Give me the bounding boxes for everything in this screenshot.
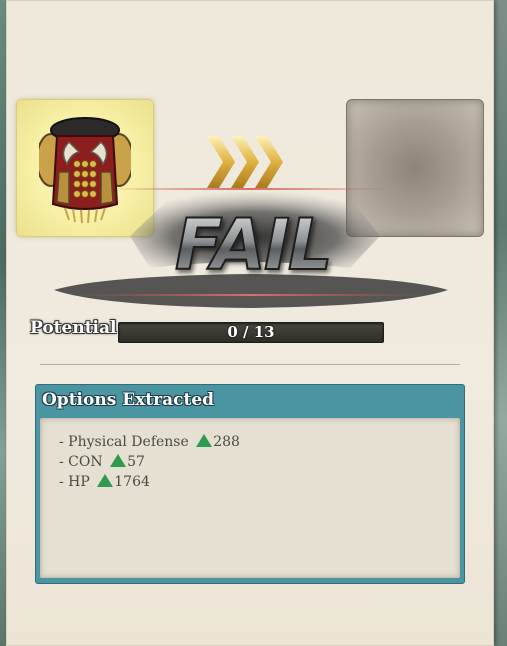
fail-result-text: FAIL [174,204,334,286]
potential-progress-text: 0 / 13 [227,323,275,341]
options-list: - Physical Defense 288 - CON 57 - HP 176… [59,432,240,492]
option-name: - Physical Defense [59,434,189,450]
option-value: 57 [127,454,145,470]
option-value: 288 [213,434,240,450]
options-list-container: - Physical Defense 288 - CON 57 - HP 176… [40,418,460,578]
option-name: - HP [59,474,90,490]
potential-progress-bar: 0 / 13 [118,322,384,343]
options-extracted-title: Options Extracted [42,390,215,410]
option-name: - CON [59,454,103,470]
potential-label: Potential [30,318,117,338]
options-extracted-panel: Options Extracted - Physical Defense 288… [35,384,465,584]
option-row-con: - CON 57 [59,452,240,472]
green-up-arrow-icon [110,454,127,467]
option-row-hp: - HP 1764 [59,472,240,492]
option-value: 1764 [114,474,150,490]
section-divider [40,364,460,365]
green-up-arrow-icon [97,474,114,487]
option-row-physical-defense: - Physical Defense 288 [59,432,240,452]
green-up-arrow-icon [196,434,213,447]
background-right-scenery [493,0,507,646]
